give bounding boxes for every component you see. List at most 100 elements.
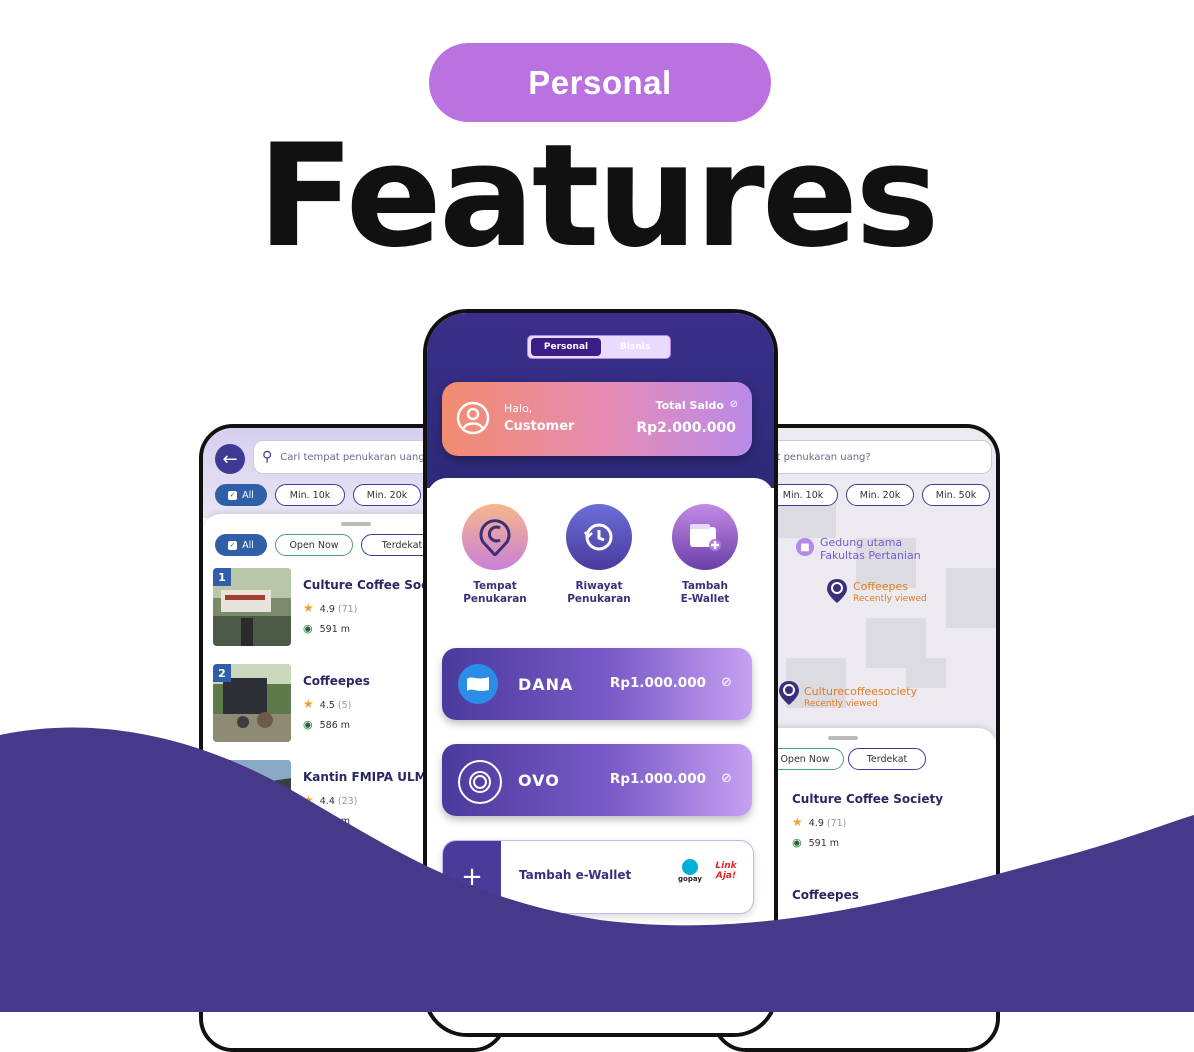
star-icon: ★ — [303, 697, 314, 711]
sheet-handle[interactable] — [828, 736, 858, 740]
filter-all[interactable]: ✓ All — [215, 484, 267, 506]
feature-label-line: Penukaran — [463, 593, 527, 605]
location-photo: 3 — [213, 760, 291, 838]
star-icon: ★ — [303, 601, 314, 615]
balance-value: Rp2.000.000 — [636, 420, 736, 436]
hide-amount-icon[interactable]: ⊘ — [721, 675, 732, 690]
feature-label: Tempat Penukaran — [447, 580, 543, 606]
filter-label: Terdekat — [381, 539, 423, 551]
mode-toggle[interactable]: Personal Bisnis — [527, 335, 671, 359]
feature-label-line: Tambah — [682, 580, 728, 592]
location-pin-icon: ◉ — [303, 718, 313, 731]
map-marker-icon[interactable] — [826, 578, 848, 604]
location-name: Kantin FMIPA ULM — [303, 770, 427, 784]
map-place-line2: Fakultas Pertanian — [820, 549, 921, 562]
map-marker-label[interactable]: Coffeepes Recently viewed — [853, 581, 927, 605]
location-name: Coffeepes — [792, 888, 859, 902]
feature-tambah-ewallet[interactable]: Tambah E-Wallet — [657, 504, 753, 606]
map-place-label: Gedung utama Fakultas Pertanian — [820, 536, 921, 562]
wallet-amount: Rp1.000.000 — [609, 771, 706, 787]
checkbox-icon: ✓ — [228, 540, 238, 550]
location-distance: ◉ 591 m — [792, 836, 839, 849]
map-building — [946, 568, 996, 628]
wallet-card-ovo[interactable]: OVO Rp1.000.000 ⊘ — [442, 744, 752, 816]
sheet-handle[interactable] — [341, 522, 371, 526]
user-name: Customer — [504, 419, 575, 434]
dana-logo-icon — [458, 664, 498, 704]
filter-label: Min. 10k — [289, 489, 331, 501]
add-wallet-icon — [672, 504, 738, 570]
filter-terdekat[interactable]: Terdekat — [848, 748, 926, 770]
center-phone: Personal Bisnis Halo, Customer Total Sal… — [423, 309, 778, 1037]
rating-value: 4.9 — [808, 818, 824, 829]
gopay-logo-icon — [682, 859, 698, 875]
rating-value: 4.4 — [319, 796, 335, 807]
location-distance: ◉ 586 m — [303, 718, 350, 731]
feature-label-line: Tempat — [473, 580, 517, 592]
distance-value: 586 m — [319, 720, 351, 731]
filter-label: Min. 50k — [935, 489, 977, 501]
location-photo: 1 — [213, 568, 291, 646]
filter-min-20k[interactable]: Min. 20k — [353, 484, 421, 506]
location-rating: ★ 4.5 (5) — [303, 697, 351, 711]
marker-name: Coffeepes — [853, 580, 909, 593]
review-count: (23) — [337, 796, 358, 807]
feature-label: Tambah E-Wallet — [657, 580, 753, 606]
filter-min-10k[interactable]: Min. 10k — [768, 484, 838, 506]
filter-min-10k[interactable]: Min. 10k — [275, 484, 345, 506]
location-pin-icon: ◉ — [303, 814, 313, 827]
history-icon — [566, 504, 632, 570]
location-name: Coffeepes — [303, 674, 370, 688]
filter-open-now[interactable]: Open Now — [275, 534, 353, 556]
location-photo: 2 — [213, 664, 291, 742]
feature-riwayat-penukaran[interactable]: Riwayat Penukaran — [551, 504, 647, 606]
balance-label: Total Saldo — [655, 399, 724, 412]
filter-min-20k[interactable]: Min. 20k — [846, 484, 914, 506]
star-icon: ★ — [303, 793, 314, 807]
sheet-filter-all[interactable]: ✓ All — [215, 534, 267, 556]
toggle-personal[interactable]: Personal — [531, 338, 601, 356]
back-arrow-icon[interactable]: ← — [215, 444, 245, 474]
add-ewallet-card[interactable]: + Tambah e-Wallet gopay Link Aja! — [442, 840, 754, 914]
feature-label-line: Riwayat — [575, 580, 623, 592]
filter-label: Min. 10k — [782, 489, 824, 501]
location-name: Culture Coffee Society — [792, 792, 944, 806]
map-building — [906, 658, 946, 688]
feature-tempat-penukaran[interactable]: Tempat Penukaran — [447, 504, 543, 606]
star-icon: ★ — [792, 815, 803, 829]
hide-balance-icon[interactable]: ⊘ — [730, 399, 738, 410]
plus-icon: + — [443, 841, 501, 913]
wallet-amount: Rp1.000.000 — [609, 675, 706, 691]
rating-value: 4.9 — [319, 604, 335, 615]
feature-label: Riwayat Penukaran — [551, 580, 647, 606]
gopay-logo: gopay — [677, 859, 703, 883]
wallet-name: OVO — [518, 771, 560, 790]
toggle-bisnis[interactable]: Bisnis — [603, 338, 667, 356]
rank-badge: 3 — [213, 760, 231, 778]
location-distance: ◉ 556 m — [303, 814, 350, 827]
rank-badge: 2 — [213, 664, 231, 682]
distance-value: 556 m — [319, 816, 351, 827]
search-placeholder: Cari tempat penukaran uang — [280, 451, 425, 463]
distance-value: 591 m — [808, 838, 840, 849]
map-marker-icon[interactable] — [778, 680, 800, 706]
linkaja-logo: Link Aja! — [715, 861, 737, 881]
location-pin-icon: ◉ — [792, 836, 802, 849]
filter-min-50k[interactable]: Min. 50k — [922, 484, 990, 506]
wallet-header: Personal Bisnis Halo, Customer Total Sal… — [427, 313, 774, 488]
marker-note: Recently viewed — [853, 594, 927, 604]
personal-badge: Personal — [429, 43, 771, 122]
map-marker-label[interactable]: Culturecoffeesociety Recently viewed — [804, 686, 917, 710]
hide-amount-icon[interactable]: ⊘ — [721, 771, 732, 786]
wallet-card-dana[interactable]: DANA Rp1.000.000 ⊘ — [442, 648, 752, 720]
feature-label-line: Penukaran — [567, 593, 631, 605]
location-name: Culture Coffee Soc — [303, 578, 429, 592]
filter-label: Min. 20k — [366, 489, 408, 501]
wallet-body: Tempat Penukaran Riwayat Penukaran Tambah E… — [427, 478, 774, 1033]
location-distance: ◉ 591 m — [303, 622, 350, 635]
filter-label: All — [242, 489, 254, 501]
filter-label: Min. 20k — [859, 489, 901, 501]
exchange-place-icon — [462, 504, 528, 570]
distance-value: 591 m — [319, 624, 351, 635]
filter-label: Open Now — [289, 539, 339, 551]
